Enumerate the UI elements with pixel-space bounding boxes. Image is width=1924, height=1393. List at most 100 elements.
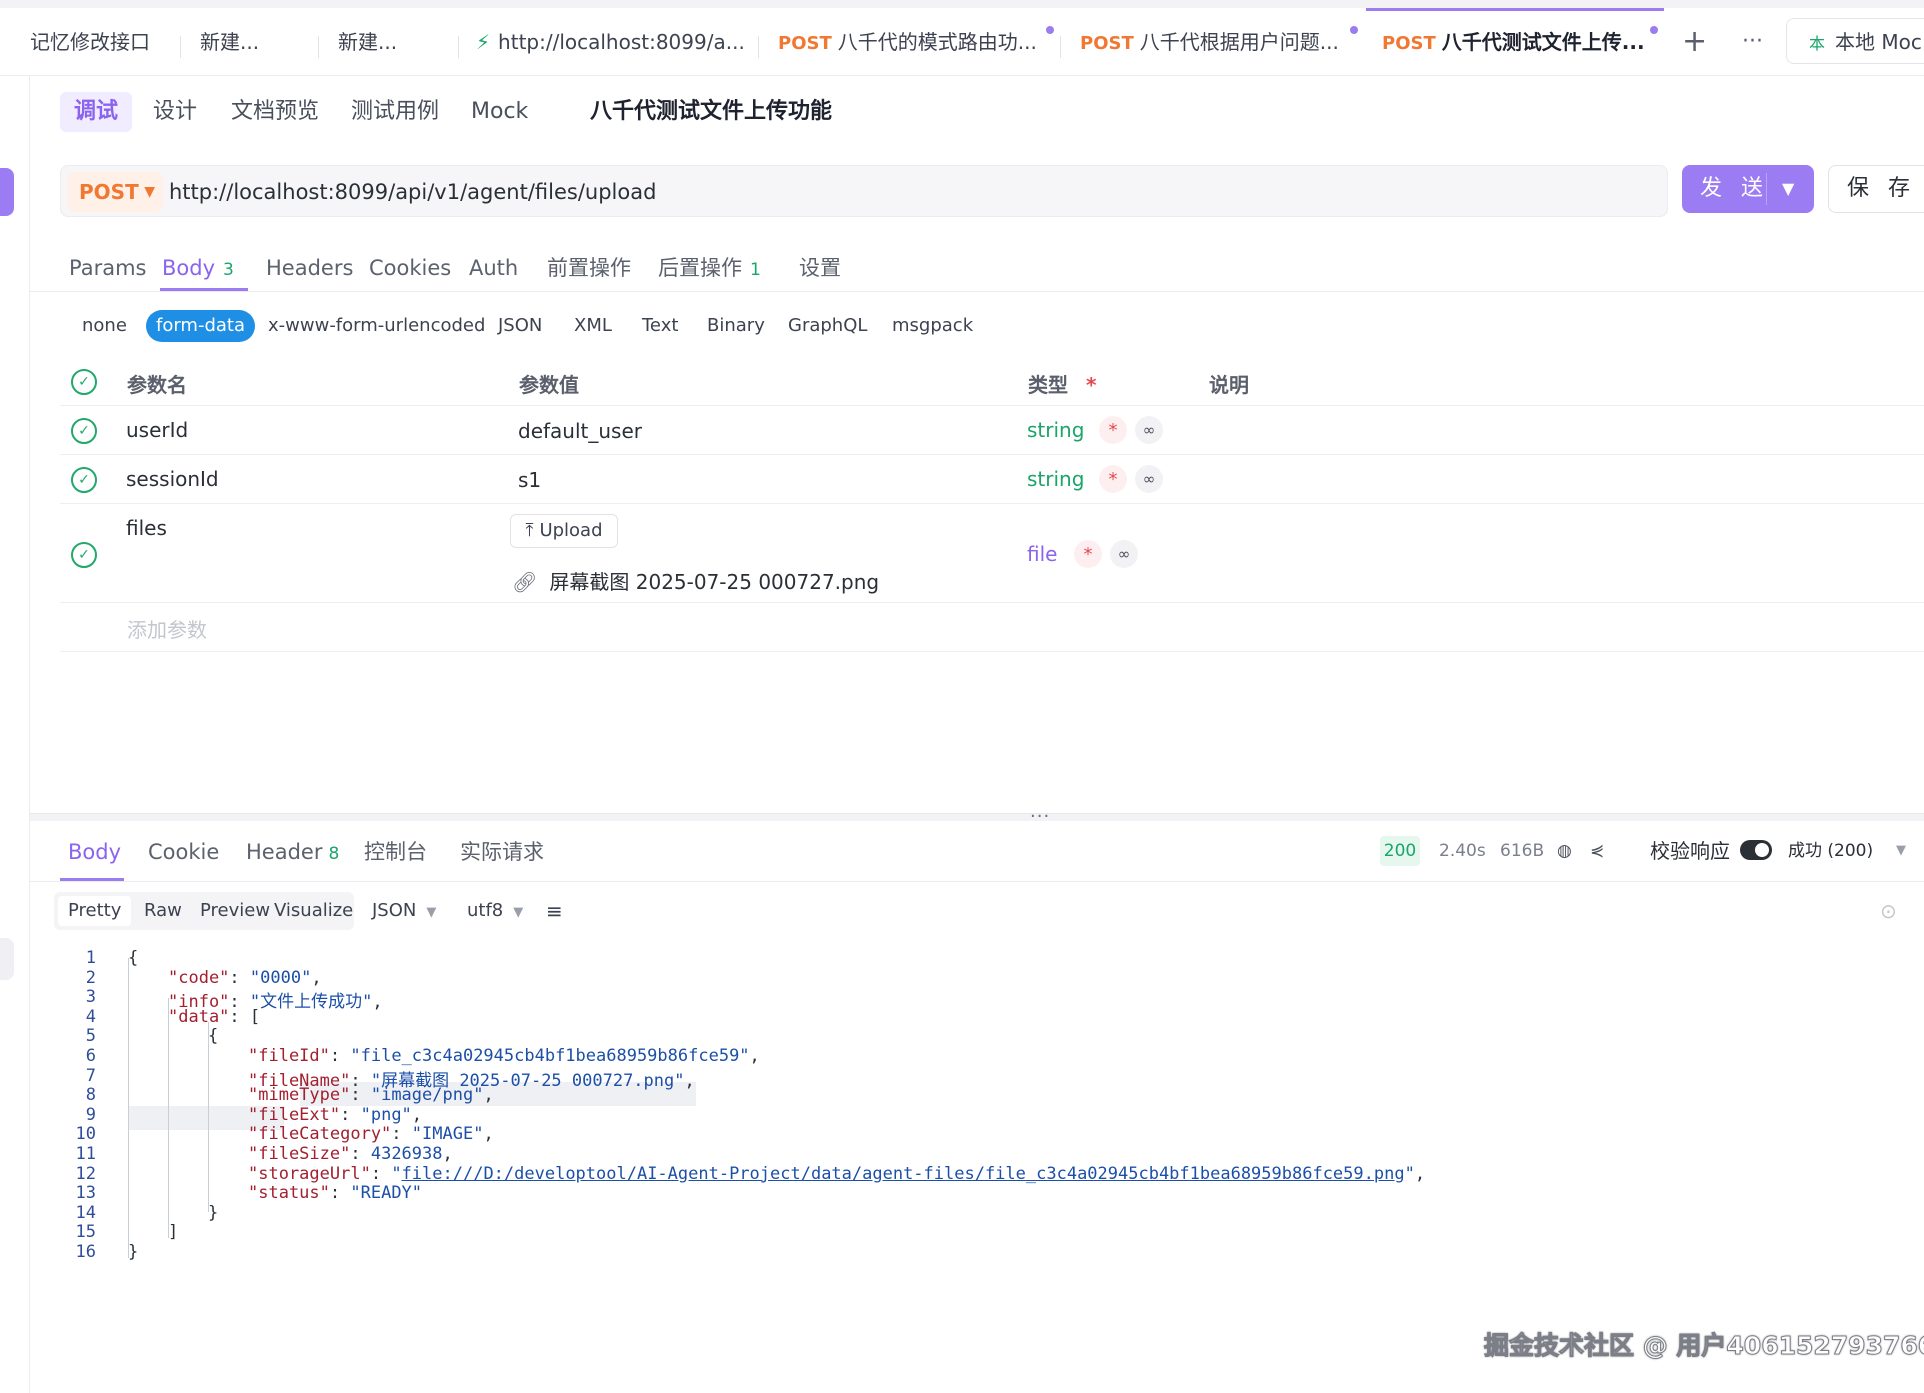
- req-tab-headers[interactable]: Headers: [266, 248, 353, 288]
- response-body-code[interactable]: 1{2 "code": "0000", 3 "info": "文件上传成功", 4 "da…: [60, 940, 1920, 1340]
- req-tab-pre-ops[interactable]: 前置操作: [547, 248, 631, 288]
- body-type-binary[interactable]: Binary: [707, 310, 765, 342]
- req-tab-cookies[interactable]: Cookies: [369, 248, 451, 288]
- body-type-msgpack[interactable]: msgpack: [892, 310, 973, 342]
- validate-toggle[interactable]: [1740, 840, 1772, 860]
- code-token: "文件上传成功": [249, 992, 373, 1013]
- encoding-select[interactable]: utf8 ▼: [467, 896, 523, 926]
- tab-mode-routing[interactable]: POST 八千代的模式路由功...: [778, 22, 1054, 62]
- required-toggle[interactable]: *: [1099, 416, 1127, 444]
- rail-marker[interactable]: [0, 938, 14, 980]
- body-type-urlencoded[interactable]: x-www-form-urlencoded: [268, 310, 485, 342]
- view-visualize[interactable]: Visualize: [264, 896, 363, 926]
- scroll-top-icon[interactable]: ⊙: [1880, 896, 1897, 926]
- format-select[interactable]: JSON ▼: [372, 896, 436, 926]
- param-value[interactable]: s1: [518, 468, 541, 492]
- upload-button[interactable]: ⤒ Upload: [510, 514, 618, 548]
- more-tabs-button[interactable]: ···: [1742, 22, 1772, 62]
- validate-result: 成功 (200): [1788, 841, 1874, 861]
- code-token: [: [249, 1006, 261, 1027]
- resp-tab-console[interactable]: 控制台: [364, 832, 427, 872]
- share-icon[interactable]: ⋞: [1590, 836, 1604, 866]
- row-checkbox[interactable]: ✓: [71, 542, 97, 568]
- mode-tab-mock[interactable]: Mock: [471, 92, 528, 132]
- req-tab-settings[interactable]: 设置: [799, 248, 841, 288]
- tab-new-2[interactable]: 新建...: [338, 22, 448, 62]
- rail-active-marker[interactable]: [0, 168, 14, 216]
- body-type-xml[interactable]: XML: [574, 310, 612, 342]
- send-options-chevron-icon[interactable]: ▼: [1782, 165, 1794, 213]
- tab-file-upload[interactable]: POST 八千代测试文件上传...: [1382, 22, 1658, 62]
- tab-memory-edit[interactable]: 记忆修改接口: [30, 22, 170, 62]
- add-param-input[interactable]: 添加参数: [127, 614, 207, 643]
- save-button[interactable]: 保 存: [1828, 165, 1924, 213]
- code-token: "READY": [350, 1183, 423, 1204]
- mode-tab-doc-preview[interactable]: 文档预览: [231, 92, 319, 132]
- tab-user-question[interactable]: POST 八千代根据用户问题...: [1080, 22, 1358, 62]
- req-tab-post-ops[interactable]: 后置操作 1: [658, 248, 761, 288]
- body-type-graphql[interactable]: GraphQL: [788, 310, 867, 342]
- method-select[interactable]: POST ▼: [67, 172, 163, 212]
- line-number: 14: [75, 1202, 96, 1223]
- storage-url-link[interactable]: file:///D:/developtool/AI-Agent-Project/…: [402, 1164, 1405, 1184]
- code-token: ,: [1414, 1163, 1426, 1184]
- param-value[interactable]: default_user: [518, 419, 642, 443]
- line-number: 7: [85, 1065, 96, 1086]
- code-line: "fileId": "file_c3c4a02945cb4bf1bea68959…: [248, 1046, 760, 1066]
- col-header-value: 参数值: [519, 373, 579, 397]
- tab-localhost[interactable]: ⚡ http://localhost:8099/a...: [476, 22, 746, 62]
- row-checkbox[interactable]: ✓: [71, 467, 97, 493]
- mode-tab-test-cases[interactable]: 测试用例: [351, 92, 439, 132]
- view-raw[interactable]: Raw: [134, 896, 192, 926]
- resp-tab-cookie[interactable]: Cookie: [148, 832, 219, 872]
- resp-tab-actual-request[interactable]: 实际请求: [460, 832, 544, 872]
- tab-new-1[interactable]: 新建...: [200, 22, 310, 62]
- chevron-down-icon[interactable]: ▼: [1896, 836, 1906, 866]
- link-icon[interactable]: ∞: [1110, 540, 1138, 568]
- chevron-down-icon: ▼: [426, 905, 437, 920]
- resp-tab-header[interactable]: Header 8: [246, 832, 339, 872]
- code-line: {: [128, 948, 138, 968]
- param-type-select[interactable]: string: [1027, 467, 1084, 491]
- req-tab-body[interactable]: Body 3: [162, 248, 234, 288]
- code-token: :: [329, 1046, 351, 1066]
- body-type-json[interactable]: JSON: [498, 310, 542, 342]
- body-type-none[interactable]: none: [82, 310, 127, 342]
- drag-handle-icon[interactable]: ···: [1030, 806, 1050, 827]
- panel-splitter[interactable]: [30, 813, 1924, 821]
- url-input[interactable]: http://localhost:8099/api/v1/agent/files…: [169, 166, 656, 218]
- req-tab-auth[interactable]: Auth: [469, 248, 518, 288]
- mode-tab-design[interactable]: 设计: [153, 92, 197, 132]
- mode-tab-debug[interactable]: 调试: [60, 92, 132, 132]
- send-divider: [1766, 173, 1767, 205]
- param-name[interactable]: files: [126, 516, 167, 540]
- wrap-lines-icon[interactable]: ≡: [546, 896, 563, 926]
- req-tab-params[interactable]: Params: [69, 248, 147, 288]
- row-checkbox[interactable]: ✓: [71, 418, 97, 444]
- required-toggle[interactable]: *: [1099, 465, 1127, 493]
- param-name[interactable]: sessionId: [126, 467, 219, 491]
- code-token: {: [128, 948, 139, 968]
- resp-tab-body[interactable]: Body: [68, 832, 121, 872]
- link-icon[interactable]: ∞: [1135, 465, 1163, 493]
- link-icon[interactable]: ∞: [1135, 416, 1163, 444]
- param-type-select[interactable]: string: [1027, 418, 1084, 442]
- param-name[interactable]: userId: [126, 418, 188, 442]
- indent-guide: [168, 998, 169, 1238]
- required-toggle[interactable]: *: [1074, 540, 1102, 568]
- code-token: :: [329, 1183, 351, 1204]
- body-type-text[interactable]: Text: [642, 310, 678, 342]
- line-number: 4: [85, 1006, 96, 1027]
- select-all-checkbox[interactable]: ✓: [71, 369, 97, 395]
- send-button[interactable]: 发 送 ▼: [1682, 165, 1814, 213]
- api-name[interactable]: 八千代测试文件上传功能: [590, 92, 832, 132]
- environment-select[interactable]: 本本地 Moc: [1786, 18, 1924, 64]
- globe-icon[interactable]: ◍: [1557, 836, 1572, 866]
- divider: [60, 405, 1924, 406]
- uploaded-file[interactable]: 🔗︎ 屏幕截图 2025-07-25 000727.png: [512, 566, 879, 595]
- param-type-select[interactable]: file: [1027, 542, 1057, 566]
- code-token: "file_c3c4a02945cb4bf1bea68959b86fce59": [350, 1046, 750, 1066]
- add-tab-button[interactable]: +: [1682, 22, 1712, 62]
- body-type-form-data[interactable]: form-data: [146, 310, 256, 342]
- view-pretty[interactable]: Pretty: [58, 896, 132, 926]
